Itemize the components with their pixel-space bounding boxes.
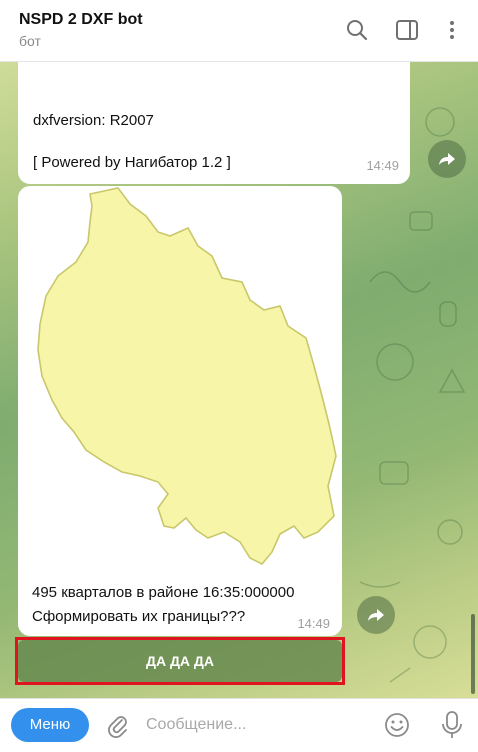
district-boundary-image[interactable] <box>18 186 342 576</box>
message-text: dxfversion: R2007 <box>33 112 154 129</box>
forward-arrow-icon[interactable] <box>357 596 395 634</box>
more-vert-icon[interactable] <box>439 17 465 43</box>
message-time: 14:49 <box>297 616 330 631</box>
message-time: 14:49 <box>366 158 399 173</box>
message-bubble[interactable]: dxfversion: R2007 [ Powered by Нагибатор… <box>18 62 410 184</box>
message-composer: Меню <box>0 698 478 752</box>
chat-subtitle: бот <box>19 33 41 49</box>
search-icon[interactable] <box>344 17 370 43</box>
emoji-icon[interactable] <box>383 711 411 739</box>
paperclip-icon[interactable] <box>104 712 130 738</box>
message-text: Сформировать их границы??? <box>32 608 246 625</box>
highlight-box <box>15 637 345 685</box>
forward-arrow-icon[interactable] <box>428 140 466 178</box>
menu-button[interactable]: Меню <box>11 708 89 742</box>
chat-area: dxfversion: R2007 [ Powered by Нагибатор… <box>0 62 478 698</box>
message-input[interactable] <box>146 712 366 738</box>
chat-header: NSPD 2 DXF bot бот <box>0 0 478 62</box>
chat-scrollbar[interactable] <box>471 614 475 694</box>
message-bubble[interactable]: 495 кварталов в районе 16:35:000000 Сфор… <box>18 186 342 636</box>
message-text: 495 кварталов в районе 16:35:000000 <box>32 584 295 601</box>
message-text: [ Powered by Нагибатор 1.2 ] <box>33 154 231 171</box>
microphone-icon[interactable] <box>439 710 465 740</box>
sidebar-toggle-icon[interactable] <box>394 17 420 43</box>
chat-title[interactable]: NSPD 2 DXF bot <box>19 11 143 29</box>
